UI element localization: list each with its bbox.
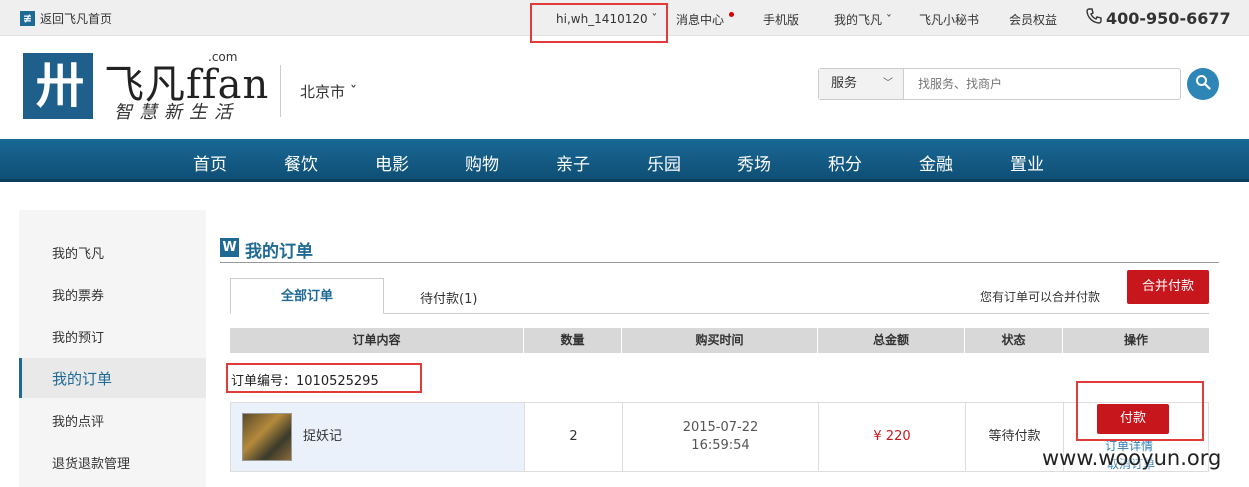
nav-item-property[interactable]: 置业	[1010, 150, 1044, 175]
sidebar-item-label: 我的订单	[52, 370, 113, 388]
nav-item-finance[interactable]: 金融	[919, 150, 953, 175]
merge-payment-note: 您有订单可以合并付款	[980, 290, 1101, 304]
sidebar-item-label: 我的预订	[52, 331, 105, 346]
purchase-date: 2015-07-22	[682, 420, 759, 435]
ffan-home-icon: ≢	[20, 11, 35, 26]
user-menu-highlight[interactable]: hi,wh_1410120 ˇ	[530, 3, 668, 43]
order-number: 订单编号：1010525295	[231, 374, 379, 389]
home-link-label: 返回飞凡首页	[40, 12, 113, 26]
search-bar: 服务 ﹀	[818, 68, 1181, 100]
home-link[interactable]: ≢ 返回飞凡首页	[20, 10, 112, 27]
hotline: 400-950-6677	[1086, 8, 1231, 28]
nav-item-shopping[interactable]: 购物	[465, 150, 499, 175]
nav-item-points[interactable]: 积分	[828, 150, 862, 175]
merge-payment-button[interactable]: 合并付款	[1127, 270, 1209, 304]
sidebar-item-label: 我的飞凡	[52, 247, 105, 262]
sidebar-item-orders[interactable]: 我的订单	[19, 358, 206, 398]
tab-all-orders[interactable]: 全部订单	[230, 278, 384, 314]
sidebar-item-reservations[interactable]: 我的预订	[19, 316, 206, 356]
messages-link[interactable]: 消息中心	[676, 11, 724, 28]
column-header-total: 总金额	[818, 328, 965, 353]
sidebar-item-label: 我的票券	[52, 289, 105, 304]
order-content-cell: 捉妖记	[231, 403, 525, 471]
ffan-logo-icon[interactable]: 卅	[23, 53, 93, 119]
logo-com: .com	[208, 50, 238, 64]
page-title: 我的订单	[245, 242, 313, 262]
nav-item-home[interactable]: 首页	[193, 150, 227, 175]
member-benefits-link[interactable]: 会员权益	[1009, 11, 1057, 28]
pay-button-highlight	[1076, 381, 1204, 441]
nav-item-movies[interactable]: 电影	[375, 150, 409, 175]
w-badge-icon: W	[220, 238, 239, 257]
chevron-down-icon: ﹀	[883, 78, 893, 89]
column-header-quantity: 数量	[524, 328, 622, 353]
column-header-content: 订单内容	[230, 328, 524, 353]
product-thumbnail[interactable]	[242, 413, 292, 461]
sidebar-item-my-ffan[interactable]: 我的飞凡	[19, 232, 206, 272]
product-name[interactable]: 捉妖记	[303, 425, 342, 444]
header-divider	[280, 65, 281, 117]
sidebar-item-reviews[interactable]: 我的点评	[19, 400, 206, 440]
watermark: www.wooyun.org	[1042, 446, 1222, 470]
search-icon	[1195, 74, 1211, 94]
tab-pending-payment[interactable]: 待付款(1)	[420, 288, 477, 307]
orders-table-header: 订单内容 数量 购买时间 总金额 状态 操作	[230, 328, 1209, 353]
search-category-label: 服务	[831, 76, 858, 91]
logo-slogan: 智慧新生活	[114, 102, 239, 123]
main-nav: 首页 餐饮 电影 购物 亲子 乐园 秀场 积分 金融 置业	[0, 139, 1249, 182]
sidebar-item-label: 我的点评	[52, 415, 105, 430]
secretary-link[interactable]: 飞凡小秘书	[919, 11, 979, 28]
mobile-link[interactable]: 手机版	[763, 11, 799, 28]
account-sidebar: 我的飞凡 我的票券 我的预订 我的订单 我的点评 退货退款管理	[19, 210, 206, 487]
unread-dot-icon	[729, 12, 734, 17]
total-amount-cell: ¥ 220	[819, 403, 966, 471]
search-input[interactable]	[905, 69, 1180, 99]
purchase-time-cell: 2015-07-22 16:59:54	[623, 403, 819, 471]
phone-number: 400-950-6677	[1106, 8, 1231, 28]
sidebar-item-tickets[interactable]: 我的票券	[19, 274, 206, 314]
sidebar-item-returns[interactable]: 退货退款管理	[19, 442, 206, 482]
title-divider	[220, 262, 1219, 263]
phone-icon	[1086, 8, 1102, 28]
nav-item-dining[interactable]: 餐饮	[284, 150, 318, 175]
user-menu-label[interactable]: hi,wh_1410120 ˇ	[556, 12, 657, 26]
column-header-status: 状态	[965, 328, 1063, 353]
nav-item-park[interactable]: 乐园	[647, 150, 681, 175]
nav-item-family[interactable]: 亲子	[556, 150, 590, 175]
city-selector[interactable]: 北京市 ˇ	[300, 81, 357, 102]
search-category-select[interactable]: 服务 ﹀	[819, 69, 904, 99]
quantity-cell: 2	[525, 403, 623, 471]
my-ffan-menu[interactable]: 我的飞凡 ˇ	[834, 11, 892, 28]
sidebar-item-label: 退货退款管理	[52, 457, 131, 472]
search-button[interactable]	[1187, 68, 1219, 100]
purchase-time: 16:59:54	[691, 438, 750, 453]
order-number-highlight: 订单编号：1010525295	[226, 363, 422, 393]
column-header-actions: 操作	[1123, 333, 1148, 347]
nav-item-shows[interactable]: 秀场	[737, 150, 771, 175]
column-header-purchase-time: 购买时间	[622, 328, 818, 353]
